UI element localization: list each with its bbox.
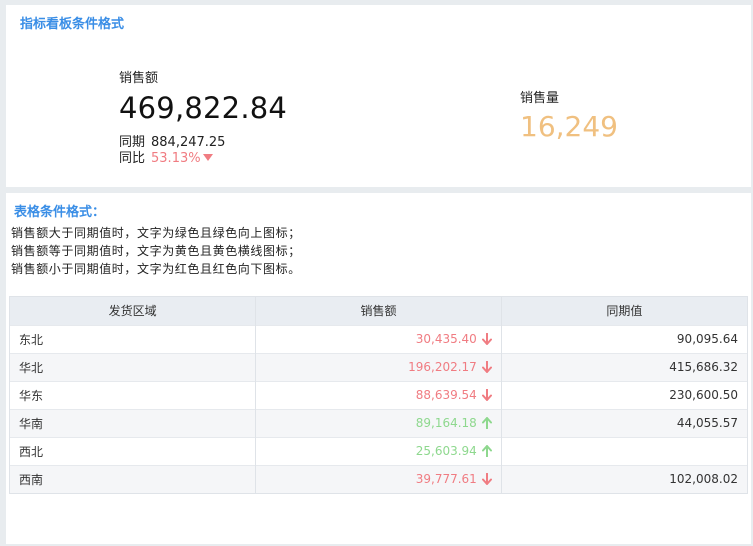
- cell-prev: 102,008.02: [501, 464, 747, 493]
- cell-prev: 44,055.57: [501, 408, 747, 437]
- arrow-up-icon: [481, 445, 492, 457]
- cell-prev: 415,686.32: [501, 352, 747, 381]
- rule-text-equal: 销售额等于同期值时，文字为黄色且黄色横线图标；: [11, 244, 301, 258]
- table-row[interactable]: 西北 25,603.94: [10, 436, 747, 465]
- column-header-region[interactable]: 发货区域: [10, 297, 257, 325]
- arrow-down-icon: [481, 361, 492, 373]
- table-format-panel: 表格条件格式： 销售额大于同期值时，文字为绿色且绿色向上图标； 销售额等于同期值…: [6, 193, 751, 544]
- sales-value: 89,164.18: [415, 416, 477, 430]
- sales-table: 发货区域 销售额 同期值 东北 30,435.40 90,095.64 华北 196,2…: [9, 296, 748, 494]
- cell-sales: 88,639.54: [255, 380, 502, 409]
- rule-text-greater: 销售额大于同期值时，文字为绿色且绿色向上图标；: [11, 226, 301, 240]
- cell-prev: 90,095.64: [501, 324, 747, 353]
- arrow-down-icon: [481, 473, 492, 486]
- sales-amount-value: 469,822.84: [119, 91, 288, 125]
- arrow-down-icon: [481, 389, 492, 401]
- sales-value: 39,777.61: [415, 472, 477, 487]
- cell-region: 华南: [10, 408, 257, 437]
- cell-region: 华东: [10, 380, 257, 409]
- arrow-down-icon: [481, 333, 492, 345]
- yoy-ratio-row: 同比 53.13%: [119, 147, 213, 166]
- table-row[interactable]: 西南 39,777.61 102,008.02: [10, 464, 747, 493]
- rule-text-less: 销售额小于同期值时，文字为红色且红色向下图标。: [11, 262, 301, 276]
- sales-value: 25,603.94: [415, 444, 477, 458]
- cell-region: 西北: [10, 436, 257, 465]
- cell-sales: 25,603.94: [255, 436, 502, 465]
- cell-prev: [501, 436, 747, 465]
- sales-value: 30,435.40: [415, 332, 477, 346]
- triangle-down-icon: [202, 154, 213, 161]
- table-row[interactable]: 华北 196,202.17 415,686.32: [10, 352, 747, 381]
- table-row[interactable]: 东北 30,435.40 90,095.64: [10, 324, 747, 353]
- kpi-board-panel: 指标看板条件格式 销售额 469,822.84 同期 884,247.25 同比 5…: [6, 5, 751, 187]
- cell-region: 东北: [10, 324, 257, 353]
- table-format-title: 表格条件格式：: [14, 205, 106, 220]
- sales-value: 196,202.17: [408, 360, 477, 374]
- table-row[interactable]: 华南 89,164.18 44,055.57: [10, 408, 747, 437]
- cell-sales: 39,777.61: [255, 464, 502, 493]
- cell-region: 西南: [10, 464, 257, 493]
- cell-sales: 196,202.17: [255, 352, 502, 381]
- cell-sales: 30,435.40: [255, 324, 502, 353]
- sales-amount-label: 销售额: [119, 71, 159, 86]
- column-header-prev[interactable]: 同期值: [501, 297, 747, 325]
- yoy-ratio-value: 53.13%: [151, 151, 201, 166]
- cell-region: 华北: [10, 352, 257, 381]
- yoy-ratio-label: 同比: [119, 151, 146, 166]
- table-row[interactable]: 华东 88,639.54 230,600.50: [10, 380, 747, 409]
- arrow-up-icon: [481, 417, 492, 429]
- cell-prev: 230,600.50: [501, 380, 747, 409]
- sales-volume-value: 16,249: [520, 110, 618, 143]
- sales-volume-label: 销售量: [520, 91, 560, 106]
- table-header-row: 发货区域 销售额 同期值: [10, 297, 747, 325]
- sales-value: 88,639.54: [415, 388, 477, 402]
- cell-sales: 89,164.18: [255, 408, 502, 437]
- column-header-sales[interactable]: 销售额: [255, 297, 502, 325]
- kpi-board-title: 指标看板条件格式: [20, 17, 125, 32]
